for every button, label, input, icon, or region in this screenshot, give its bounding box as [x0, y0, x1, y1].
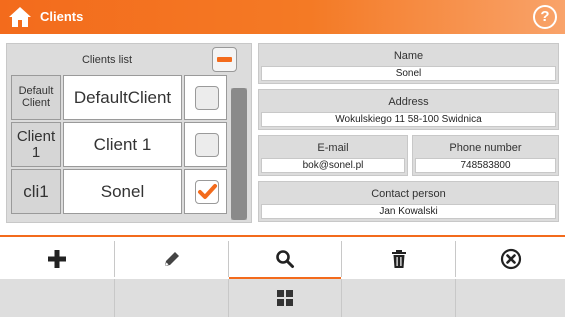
address-field-group: Address Wokulskiego 11 58-100 Swidnica — [258, 89, 559, 130]
name-label: Name — [393, 50, 424, 62]
clients-list-header: Clients list — [7, 44, 251, 74]
title-bar: Clients ? — [0, 0, 565, 34]
list-item[interactable]: Client 1 Client 1 — [11, 122, 227, 167]
grid-icon — [277, 290, 293, 306]
toolbar-divider — [455, 241, 456, 277]
close-icon — [500, 248, 521, 270]
clients-list-panel: Clients list Default Client DefaultClien… — [6, 43, 252, 223]
clients-list-title: Clients list — [81, 54, 133, 66]
toolbar-divider — [114, 241, 115, 277]
deselect-all-checkbox[interactable] — [212, 47, 237, 72]
edit-icon — [164, 252, 179, 266]
primary-action-bar — [0, 235, 565, 279]
grid-view-button[interactable] — [229, 279, 341, 317]
address-value[interactable]: Wokulskiego 11 58-100 Swidnica — [261, 112, 556, 127]
edit-button[interactable] — [115, 237, 228, 281]
row-checkbox-checked[interactable] — [195, 180, 219, 204]
delete-icon — [391, 250, 406, 268]
phone-label: Phone number — [449, 142, 522, 154]
home-icon[interactable] — [8, 6, 32, 28]
row-checkbox[interactable] — [195, 133, 219, 157]
delete-button[interactable] — [342, 237, 455, 281]
help-button[interactable]: ? — [533, 5, 557, 29]
name-value[interactable]: Sonel — [261, 66, 556, 81]
name-field-group: Name Sonel — [258, 43, 559, 84]
list-item[interactable]: Default Client DefaultClient — [11, 75, 227, 120]
contact-label: Contact person — [371, 188, 446, 200]
close-button[interactable] — [456, 237, 565, 281]
contact-value[interactable]: Jan Kowalski — [261, 204, 556, 219]
list-item[interactable]: cli1 Sonel — [11, 169, 227, 214]
bottom-toolbar — [0, 235, 565, 317]
checkmark-icon — [198, 184, 217, 199]
toolbar-divider — [341, 241, 342, 277]
email-field-group: E-mail bok@sonel.pl — [258, 135, 408, 176]
row-select-cell — [184, 169, 227, 214]
toolbar-divider — [228, 241, 229, 277]
page-title: Clients — [40, 9, 84, 24]
client-name-cell: DefaultClient — [63, 75, 182, 120]
contact-field-group: Contact person Jan Kowalski — [258, 181, 559, 222]
phone-value[interactable]: 748583800 — [415, 158, 556, 173]
client-name-cell: Sonel — [63, 169, 182, 214]
address-label: Address — [388, 96, 429, 108]
toolbar-divider — [341, 279, 342, 317]
email-label: E-mail — [317, 142, 349, 154]
add-button[interactable] — [0, 237, 114, 281]
client-name-cell: Client 1 — [63, 122, 182, 167]
row-select-cell — [184, 75, 227, 120]
client-id-cell: Client 1 — [11, 122, 61, 167]
row-select-cell — [184, 122, 227, 167]
client-id-cell: cli1 — [11, 169, 61, 214]
search-icon — [276, 250, 294, 268]
search-button[interactable] — [229, 237, 341, 281]
add-icon — [48, 250, 66, 268]
scrollbar-thumb[interactable] — [231, 88, 247, 220]
secondary-action-bar — [0, 279, 565, 317]
row-checkbox[interactable] — [195, 86, 219, 110]
toolbar-divider — [114, 279, 115, 317]
client-id-cell: Default Client — [11, 75, 61, 120]
email-value[interactable]: bok@sonel.pl — [261, 158, 405, 173]
toolbar-divider — [455, 279, 456, 317]
phone-field-group: Phone number 748583800 — [412, 135, 559, 176]
